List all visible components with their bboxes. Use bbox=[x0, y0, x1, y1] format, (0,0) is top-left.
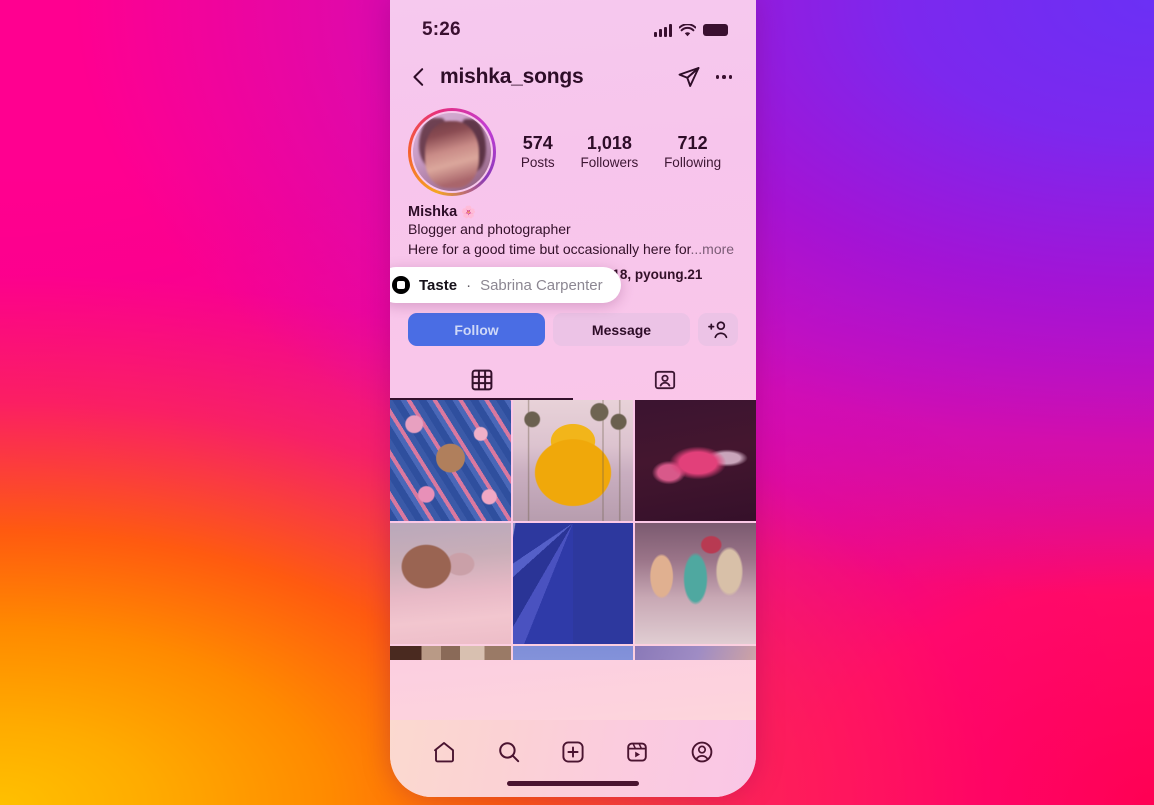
home-indicator-bar bbox=[507, 781, 639, 786]
phone-screen: 5:26 mishka_songs 574 Posts 1,018 Follow… bbox=[390, 0, 756, 797]
phone-device-frame: 5:26 mishka_songs 574 Posts 1,018 Follow… bbox=[390, 0, 756, 797]
stat-following-value: 712 bbox=[677, 132, 708, 153]
grid-post[interactable] bbox=[390, 400, 511, 522]
grid-post[interactable] bbox=[512, 645, 634, 661]
wifi-icon bbox=[679, 23, 696, 36]
grid-post[interactable] bbox=[635, 523, 756, 644]
music-vinyl-icon bbox=[392, 276, 410, 294]
status-bar-icons bbox=[654, 23, 728, 37]
bottom-navigation-bar bbox=[390, 720, 756, 797]
stat-followers-label: Followers bbox=[580, 155, 639, 171]
bio-more-link[interactable]: ...more bbox=[691, 241, 735, 257]
nav-home[interactable] bbox=[428, 736, 460, 768]
music-track-title: Taste bbox=[419, 276, 458, 294]
nav-create[interactable] bbox=[557, 736, 589, 768]
avatar-story-ring[interactable] bbox=[408, 108, 496, 196]
profile-summary-row: 574 Posts 1,018 Followers 712 Following bbox=[390, 102, 756, 196]
stat-followers-value: 1,018 bbox=[586, 132, 632, 153]
nav-reels[interactable] bbox=[621, 736, 653, 768]
avatar-art-face bbox=[425, 120, 479, 188]
profile-circle-icon bbox=[691, 741, 713, 762]
bottom-nav-icons bbox=[390, 720, 756, 781]
status-bar: 5:26 bbox=[390, 0, 756, 52]
cellular-signal-icon bbox=[654, 23, 672, 37]
nav-profile[interactable] bbox=[686, 736, 718, 768]
nav-search[interactable] bbox=[493, 736, 525, 768]
status-bar-clock: 5:26 bbox=[422, 19, 461, 40]
bio-line-2-row: Here for a good time but occasionally he… bbox=[408, 240, 736, 260]
message-button[interactable]: Message bbox=[553, 313, 690, 347]
follow-button[interactable]: Follow bbox=[408, 313, 545, 347]
grid-post[interactable] bbox=[512, 523, 634, 644]
stat-following-label: Following bbox=[664, 155, 722, 171]
posts-grid-viewport[interactable] bbox=[390, 400, 756, 661]
profile-display-name: Mishka bbox=[408, 204, 458, 220]
posts-grid bbox=[390, 400, 756, 661]
profile-action-buttons: Follow Message bbox=[390, 301, 756, 347]
stat-following[interactable]: 712 Following bbox=[664, 132, 721, 172]
battery-full-icon bbox=[703, 24, 728, 36]
tab-tagged[interactable] bbox=[573, 360, 756, 400]
profile-header: mishka_songs bbox=[390, 52, 756, 102]
add-user-button[interactable] bbox=[698, 313, 738, 347]
stat-posts-label: Posts bbox=[520, 155, 555, 171]
music-separator: · bbox=[466, 276, 472, 294]
chevron-left-icon[interactable] bbox=[408, 66, 430, 88]
grid-post[interactable] bbox=[635, 645, 756, 661]
grid-post[interactable] bbox=[512, 400, 634, 522]
avatar[interactable] bbox=[411, 111, 493, 193]
cherry-blossom-icon: 🌸 bbox=[461, 205, 477, 219]
header-actions bbox=[677, 65, 732, 89]
paper-plane-icon[interactable] bbox=[677, 65, 701, 89]
grid-post[interactable] bbox=[635, 400, 756, 522]
profile-tabs bbox=[390, 360, 756, 401]
stat-posts-value: 574 bbox=[522, 132, 553, 153]
home-icon bbox=[434, 741, 455, 762]
more-options-icon[interactable] bbox=[715, 75, 732, 79]
add-person-icon bbox=[707, 321, 727, 339]
grid-post[interactable] bbox=[390, 523, 511, 644]
profile-display-name-row: Mishka 🌸 bbox=[408, 204, 736, 220]
tagged-person-icon bbox=[654, 371, 675, 390]
bio-line-2: Here for a good time but occasionally he… bbox=[408, 240, 691, 257]
reels-icon bbox=[627, 742, 648, 762]
profile-stats: 574 Posts 1,018 Followers 712 Following bbox=[496, 132, 734, 172]
stat-posts[interactable]: 574 Posts bbox=[521, 132, 555, 172]
music-artist-name: Sabrina Carpenter bbox=[480, 276, 603, 294]
bio-line-1: Blogger and photographer bbox=[408, 221, 571, 237]
search-icon bbox=[498, 741, 519, 762]
tab-grid[interactable] bbox=[390, 360, 573, 401]
music-now-playing-pill[interactable]: Taste · Sabrina Carpenter bbox=[390, 267, 621, 303]
page-title: mishka_songs bbox=[440, 65, 584, 88]
profile-bio: Mishka 🌸 Blogger and photographer Here f… bbox=[390, 196, 756, 260]
stat-followers[interactable]: 1,018 Followers bbox=[580, 132, 638, 172]
grid-post[interactable] bbox=[390, 645, 511, 661]
plus-square-icon bbox=[562, 740, 584, 763]
grid-icon bbox=[471, 369, 492, 391]
